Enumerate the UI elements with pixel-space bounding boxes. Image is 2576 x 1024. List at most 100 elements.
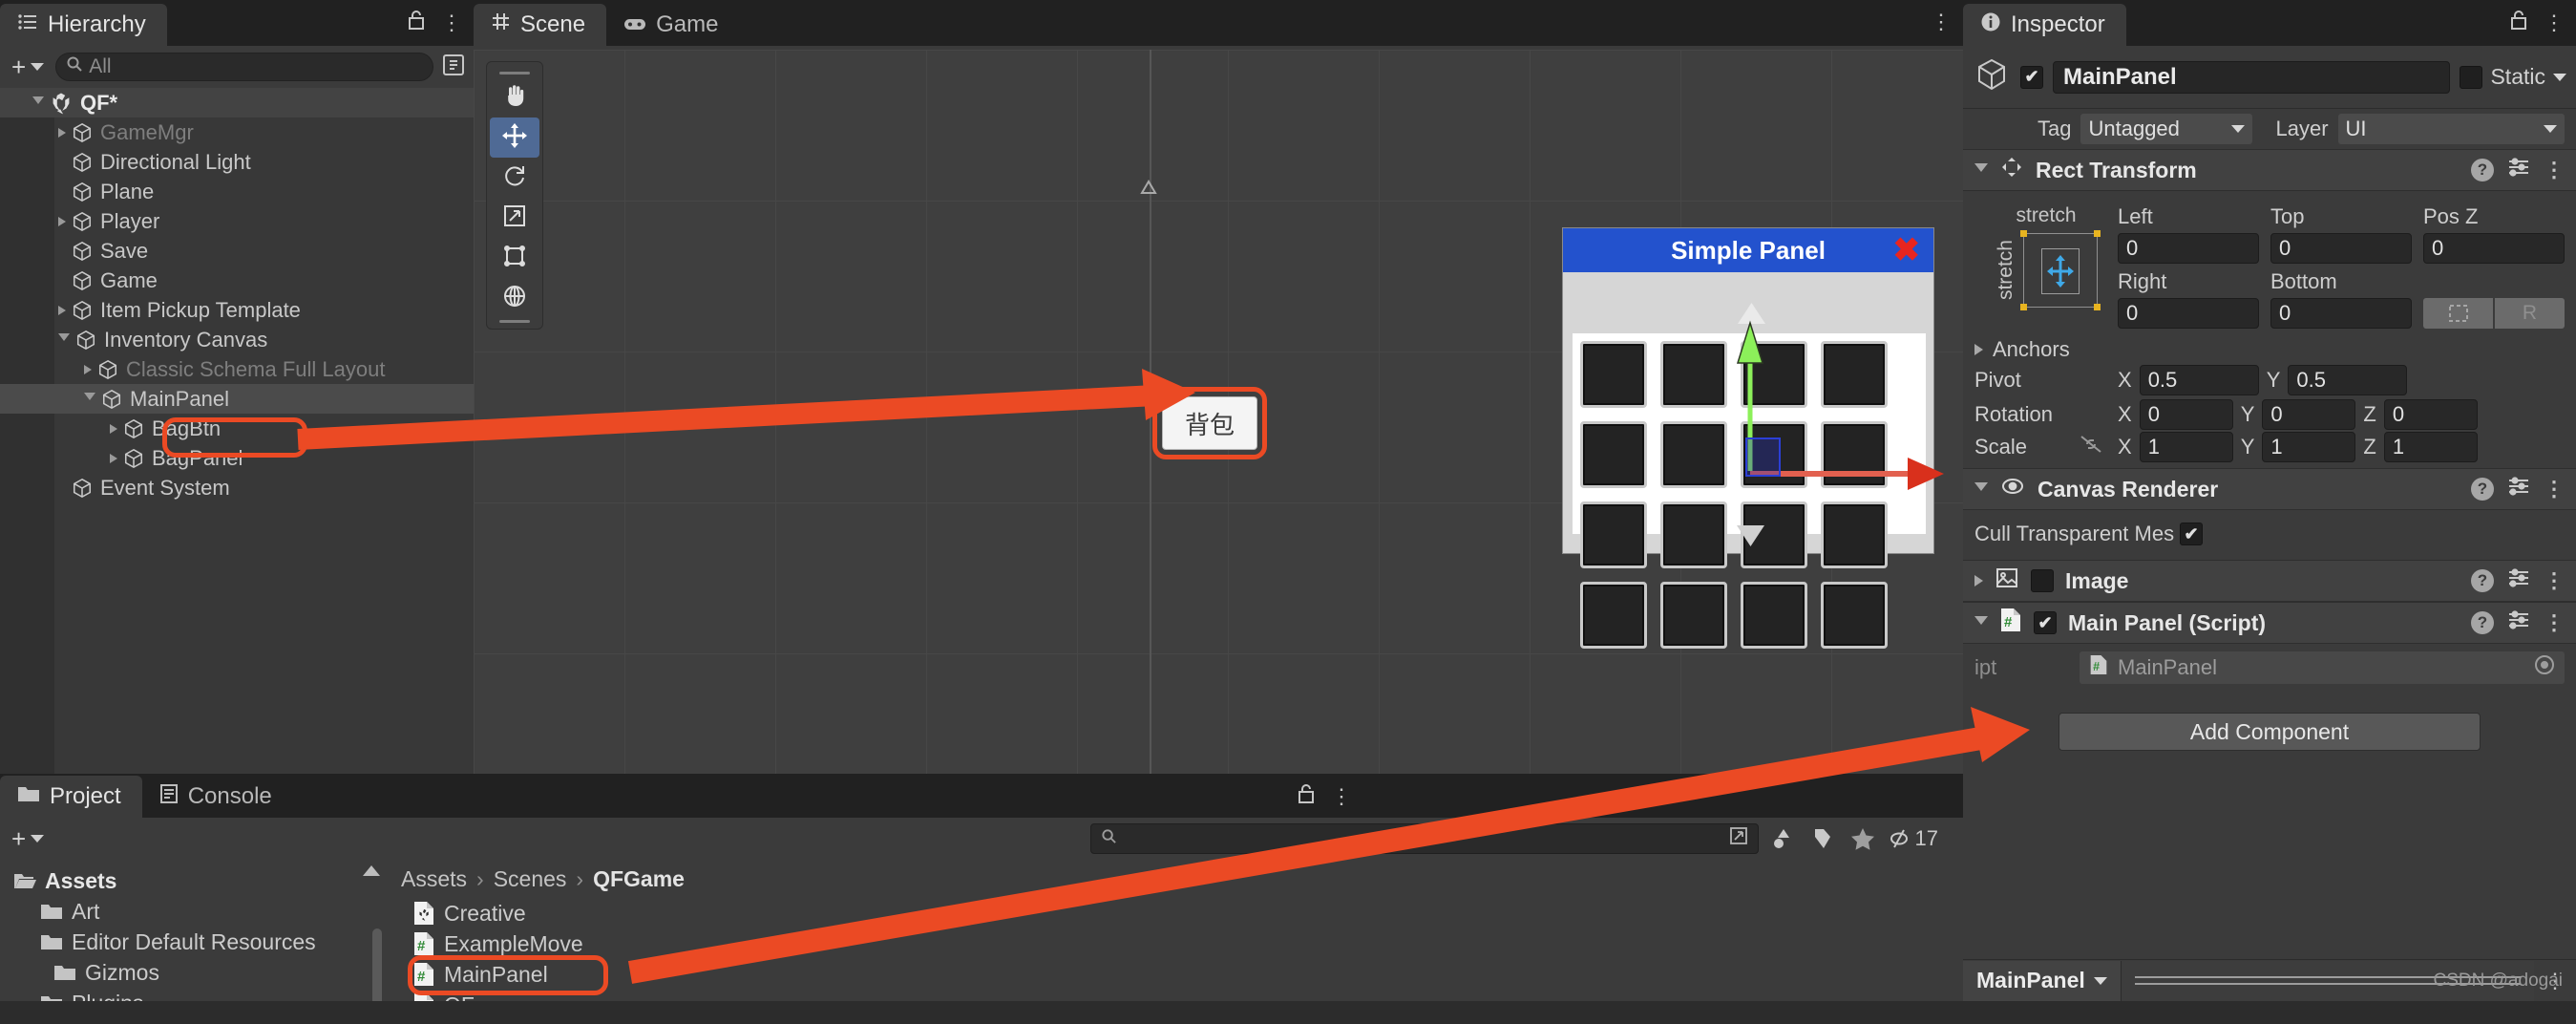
chevron-right-icon[interactable] bbox=[58, 305, 66, 315]
project-file-item-creative[interactable]: Creative bbox=[386, 898, 1963, 928]
inventory-slot[interactable] bbox=[1660, 341, 1727, 408]
hierarchy-tree[interactable]: QF* GameMgr Directional Light Plane Player Sa… bbox=[0, 88, 474, 774]
tab-scene[interactable]: Scene bbox=[474, 4, 607, 46]
inventory-slot[interactable] bbox=[1741, 582, 1807, 649]
hand-tool[interactable] bbox=[490, 77, 539, 117]
hierarchy-item-inventory-canvas[interactable]: Inventory Canvas bbox=[0, 325, 474, 354]
breadcrumb-item[interactable]: Scenes bbox=[494, 866, 567, 892]
breadcrumb-item[interactable]: Assets bbox=[401, 866, 467, 892]
collapse-icon[interactable] bbox=[1974, 344, 1983, 355]
create-asset-button[interactable]: + bbox=[8, 824, 48, 854]
breadcrumb[interactable]: Assets › Scenes › QFGame bbox=[386, 860, 1963, 898]
project-search-input[interactable] bbox=[1089, 823, 1759, 854]
project-tree-item-art[interactable]: Art bbox=[0, 896, 386, 927]
component-menu-icon[interactable]: ⋮ bbox=[2544, 610, 2565, 635]
lock-icon[interactable] bbox=[407, 10, 426, 35]
static-dropdown-icon[interactable] bbox=[2553, 73, 2566, 81]
tab-game[interactable]: Game bbox=[606, 4, 739, 46]
help-icon[interactable]: ? bbox=[2471, 478, 2494, 501]
tab-project[interactable]: Project bbox=[0, 776, 142, 818]
lock-icon[interactable] bbox=[1297, 783, 1316, 809]
component-menu-icon[interactable]: ⋮ bbox=[2544, 158, 2565, 182]
project-folder-tree[interactable]: AssetsArtEditor Default ResourcesGizmosP… bbox=[0, 860, 386, 1024]
hierarchy-item-save[interactable]: Save bbox=[0, 236, 474, 266]
close-icon[interactable]: ✖ bbox=[1893, 231, 1921, 269]
object-enabled-checkbox[interactable]: ✔ bbox=[2020, 65, 2043, 89]
project-file-item-mainpanel[interactable]: # MainPanel bbox=[386, 959, 1963, 990]
collapse-icon[interactable] bbox=[1974, 162, 1988, 178]
component-header-rect-transform[interactable]: Rect Transform ? ⋮ bbox=[1963, 149, 2576, 191]
chevron-down-icon[interactable] bbox=[58, 333, 70, 346]
static-checkbox[interactable] bbox=[2460, 65, 2483, 89]
cull-transparent-row[interactable]: Cull Transparent Mes ✔ bbox=[1963, 518, 2576, 550]
scroll-up-arrow-icon[interactable] bbox=[363, 865, 380, 876]
blueprint-mode-icon[interactable] bbox=[2423, 298, 2493, 329]
collapse-icon[interactable] bbox=[1974, 481, 1988, 497]
hierarchy-item-game[interactable]: Game bbox=[0, 266, 474, 295]
chevron-down-icon[interactable] bbox=[32, 96, 44, 109]
inventory-slot[interactable] bbox=[1660, 421, 1727, 488]
preset-icon[interactable] bbox=[2507, 567, 2530, 594]
hierarchy-item-gamemgr[interactable]: GameMgr bbox=[0, 117, 474, 147]
scale-y-input[interactable]: 1 bbox=[2262, 432, 2356, 462]
collapse-icon[interactable] bbox=[1974, 575, 1983, 587]
chevron-right-icon[interactable] bbox=[58, 216, 66, 226]
rect-tool[interactable] bbox=[490, 238, 539, 278]
pivot-y-input[interactable]: 0.5 bbox=[2288, 365, 2408, 395]
component-header-main-panel-script[interactable]: # ✔ Main Panel (Script) ? ⋮ bbox=[1963, 602, 2576, 644]
component-menu-icon[interactable]: ⋮ bbox=[2544, 568, 2565, 593]
hierarchy-item-mainpanel[interactable]: MainPanel bbox=[0, 384, 474, 414]
chevron-right-icon[interactable] bbox=[84, 364, 92, 374]
tab-inspector[interactable]: Inspector bbox=[1963, 4, 2126, 46]
inventory-slot[interactable] bbox=[1821, 421, 1888, 488]
inventory-slot[interactable] bbox=[1821, 582, 1888, 649]
preset-icon[interactable] bbox=[2507, 476, 2530, 502]
label-filter-icon[interactable] bbox=[1806, 822, 1839, 855]
inventory-slot[interactable] bbox=[1660, 582, 1727, 649]
preset-icon[interactable] bbox=[2507, 609, 2530, 636]
rotation-x-input[interactable]: 0 bbox=[2139, 399, 2233, 430]
inventory-slot-grid[interactable] bbox=[1580, 341, 1918, 656]
hierarchy-item-directional-light[interactable]: Directional Light bbox=[0, 147, 474, 177]
left-input[interactable]: 0 bbox=[2118, 233, 2259, 264]
hierarchy-item-qf[interactable]: QF* bbox=[0, 88, 474, 117]
hierarchy-item-bagbtn[interactable]: BagBtn bbox=[0, 414, 474, 443]
main-panel-script-enabled-checkbox[interactable]: ✔ bbox=[2034, 611, 2057, 634]
asset-type-filter-icon[interactable] bbox=[1766, 822, 1799, 855]
bottom-input[interactable]: 0 bbox=[2270, 298, 2412, 329]
preset-icon[interactable] bbox=[2507, 157, 2530, 183]
hierarchy-item-player[interactable]: Player bbox=[0, 206, 474, 236]
tool-palette-grip-bottom[interactable] bbox=[499, 320, 530, 323]
tab-hierarchy[interactable]: Hierarchy bbox=[0, 4, 167, 46]
layer-dropdown[interactable]: UI bbox=[2337, 114, 2565, 144]
inventory-slot[interactable] bbox=[1580, 341, 1647, 408]
right-input[interactable]: 0 bbox=[2118, 298, 2259, 329]
tool-palette-grip[interactable] bbox=[499, 72, 530, 75]
project-file-item-examplemove[interactable]: # ExampleMove bbox=[386, 928, 1963, 959]
transform-tool[interactable] bbox=[490, 278, 539, 318]
add-component-button[interactable]: Add Component bbox=[2059, 713, 2481, 751]
help-icon[interactable]: ? bbox=[2471, 569, 2494, 592]
chevron-right-icon[interactable] bbox=[110, 423, 117, 434]
scene-viewport[interactable]: 背包 Simple Panel ✖ bbox=[474, 50, 1963, 774]
rotate-tool[interactable] bbox=[490, 158, 539, 198]
anchor-preset-diagram[interactable] bbox=[2020, 230, 2101, 310]
chevron-right-icon[interactable] bbox=[110, 453, 117, 463]
hierarchy-item-classic-schema-full-layout[interactable]: Classic Schema Full Layout bbox=[0, 354, 474, 384]
inspector-menu-icon[interactable]: ⋮ bbox=[2544, 11, 2565, 35]
scale-z-input[interactable]: 1 bbox=[2383, 432, 2478, 462]
move-gizmo-xy-plane[interactable] bbox=[1745, 437, 1781, 477]
project-tree-item-gizmos[interactable]: Gizmos bbox=[0, 957, 386, 988]
hierarchy-item-item-pickup-template[interactable]: Item Pickup Template bbox=[0, 295, 474, 325]
top-input[interactable]: 0 bbox=[2270, 233, 2412, 264]
hierarchy-menu-icon[interactable]: ⋮ bbox=[441, 11, 462, 35]
inventory-slot[interactable] bbox=[1821, 341, 1888, 408]
anchor-preset-widget[interactable]: stretch stretch bbox=[1974, 204, 2118, 329]
inventory-slot[interactable] bbox=[1741, 341, 1807, 408]
breadcrumb-item[interactable]: QFGame bbox=[593, 866, 685, 892]
hierarchy-sort-icon[interactable] bbox=[441, 53, 466, 82]
scene-menu-icon[interactable]: ⋮ bbox=[1931, 10, 1952, 34]
bag-button-scene[interactable]: 背包 bbox=[1162, 396, 1257, 450]
chevron-down-icon[interactable] bbox=[84, 393, 95, 405]
project-menu-icon[interactable]: ⋮ bbox=[1331, 784, 1352, 809]
